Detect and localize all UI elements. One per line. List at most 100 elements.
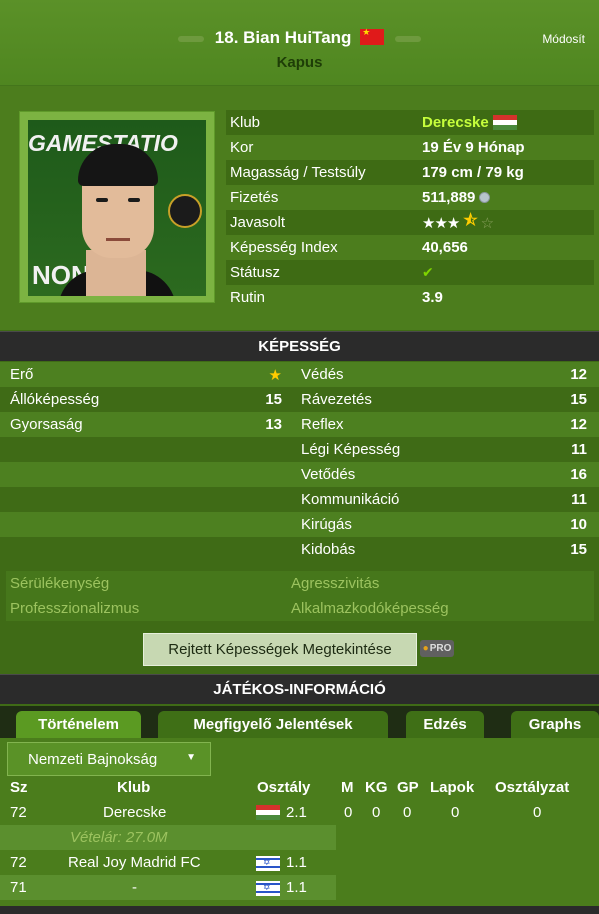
cell-klub[interactable]: Derecske <box>103 804 166 821</box>
cell-lapok: 0 <box>451 804 460 821</box>
transfer-price: Vételár: 27.0M <box>70 829 168 846</box>
skill-value: 12 <box>570 366 587 383</box>
skill-value: 15 <box>570 391 587 408</box>
bottom-strip <box>0 906 599 914</box>
col-klub: Klub <box>117 779 151 796</box>
info-label: Rutin <box>230 289 266 306</box>
skill-value: 13 <box>265 416 282 433</box>
hungary-flag-icon <box>492 115 517 130</box>
info-value: 179 cm / 79 kg <box>422 164 524 181</box>
club-link[interactable]: Derecske <box>422 114 489 131</box>
avatar-eye-left <box>96 198 108 202</box>
league-select[interactable]: Nemzeti Bajnokság ▼ <box>7 742 211 776</box>
hungary-flag-icon <box>256 805 280 820</box>
hidden-skill-name: Alkalmazkodóképesség <box>291 600 449 617</box>
info-value: 3.9 <box>422 289 443 306</box>
cell-klub[interactable]: Real Joy Madrid FC <box>68 854 201 871</box>
hidden-skill-name: Professzionalizmus <box>10 600 140 617</box>
cell-kg: 0 <box>372 804 381 821</box>
skill-value: 15 <box>265 391 282 408</box>
skills-table: Erő ★ Védés 12 Állóképesség 15 Rávezetés 15 … <box>0 362 599 562</box>
skill-name: Rávezetés <box>301 391 372 408</box>
sponsor-badge-icon <box>168 194 202 228</box>
skill-row: Vetődés 16 <box>0 462 599 487</box>
transfer-price-row: Vételár: 27.0M <box>0 825 336 850</box>
wing-right-icon <box>394 35 421 42</box>
col-osztalyzat: Osztályzat <box>495 779 570 796</box>
player-info-section-title: JÁTÉKOS-INFORMÁCIÓ <box>0 674 599 704</box>
tab-bar: Történelem Megfigyelő Jelentések Edzés G… <box>0 706 599 738</box>
history-panel: Nemzeti Bajnokság ▼ Sz Klub Osztály M KG… <box>0 738 599 914</box>
info-value: 40,656 <box>422 239 468 256</box>
skill-row: Állóképesség 15 Rávezetés 15 <box>0 387 599 412</box>
info-row-routine: Rutin 3.9 <box>226 285 594 310</box>
info-row-recommended: Javasolt ★★★ ⯪ ☆ <box>226 210 594 235</box>
skill-value: 11 <box>571 441 587 458</box>
hidden-skill-name: Agresszivitás <box>291 575 380 592</box>
wing-left-icon <box>178 35 205 42</box>
skills-section-title: KÉPESSÉG <box>0 331 599 361</box>
skill-row: Erő ★ Védés 12 <box>0 362 599 387</box>
view-hidden-skills-button[interactable]: Rejtett Képességek Megtekintése <box>143 633 417 666</box>
rating-stars-icon: ★★★ ⯪ ☆ <box>422 212 494 232</box>
table-row: 71 - 1.1 <box>0 875 336 900</box>
cell-gp: 0 <box>403 804 412 821</box>
history-table-header: Sz Klub Osztály M KG GP Lapok Osztályzat <box>0 778 599 800</box>
skill-name: Állóképesség <box>10 391 100 408</box>
cell-m: 0 <box>344 804 353 821</box>
china-flag-icon <box>360 27 385 45</box>
col-lapok: Lapok <box>430 779 475 796</box>
cell-osztaly[interactable]: 1.1 <box>286 854 307 871</box>
info-row-skill-index: Képesség Index 40,656 <box>226 235 594 260</box>
cell-sz: 72 <box>10 854 27 871</box>
skill-name: Kirúgás <box>301 516 352 533</box>
skill-name: Reflex <box>301 416 344 433</box>
skill-value: 16 <box>570 466 587 483</box>
player-info-table: Klub Derecske Kor 19 Év 9 Hónap Magasság… <box>226 110 594 310</box>
pro-label: PRO <box>429 643 452 654</box>
skill-name: Kommunikáció <box>301 491 400 508</box>
skill-row: Kidobás 15 <box>0 537 599 562</box>
profile-section: GAMESTATIO NON Klub Derecske Kor 19 Év 9… <box>0 86 599 330</box>
col-osztaly: Osztály <box>257 779 311 796</box>
skill-row: Gyorsaság 13 Reflex 12 <box>0 412 599 437</box>
cell-sz: 71 <box>10 879 27 896</box>
tab-scout-reports[interactable]: Megfigyelő Jelentések <box>158 711 388 738</box>
col-sz: Sz <box>10 779 28 796</box>
checkmark-icon: ✔ <box>422 264 434 280</box>
tab-graphs[interactable]: Graphs <box>511 711 599 738</box>
cell-klub: - <box>132 879 137 896</box>
edit-link[interactable]: Módosít <box>542 32 585 46</box>
player-title: 18. Bian HuiTang <box>214 28 352 47</box>
info-label: Magasság / Testsúly <box>230 164 366 181</box>
tab-training[interactable]: Edzés <box>406 711 484 738</box>
info-label: Klub <box>230 114 261 131</box>
skill-name: Védés <box>301 366 344 383</box>
league-select-value: Nemzeti Bajnokság <box>28 750 158 768</box>
info-label: Fizetés <box>230 189 279 206</box>
info-row-height-weight: Magasság / Testsúly 179 cm / 79 kg <box>226 160 594 185</box>
info-value: 19 Év 9 Hónap <box>422 139 525 156</box>
skill-value: 15 <box>570 541 587 558</box>
skill-value: 12 <box>570 416 587 433</box>
col-kg: KG <box>365 779 388 796</box>
tab-history[interactable]: Történelem <box>16 711 141 738</box>
skill-row: Kommunikáció 11 <box>0 487 599 512</box>
info-row-club: Klub Derecske <box>226 110 594 135</box>
player-header: 18. Bian HuiTang Módosít Kapus <box>0 0 599 86</box>
dropdown-arrow-icon: ▼ <box>186 752 196 763</box>
table-row: 72 Real Joy Madrid FC 1.1 <box>0 850 599 875</box>
info-label: Képesség Index <box>230 239 338 256</box>
player-position: Kapus <box>276 54 323 71</box>
info-label: Státusz <box>230 264 281 281</box>
info-row-status: Státusz ✔ <box>226 260 594 285</box>
col-gp: GP <box>397 779 419 796</box>
skill-row: Légi Képesség 11 <box>0 437 599 462</box>
cell-osztaly[interactable]: 2.1 <box>286 804 307 821</box>
table-row: 72 Derecske 2.1 0 0 0 0 0 <box>0 800 599 825</box>
israel-flag-icon <box>256 856 280 871</box>
avatar-eye-right <box>128 198 140 202</box>
cell-osztaly[interactable]: 1.1 <box>286 879 307 896</box>
hidden-skills-row: Sérülékenység Agresszivitás <box>6 571 594 596</box>
cell-sz: 72 <box>10 804 27 821</box>
